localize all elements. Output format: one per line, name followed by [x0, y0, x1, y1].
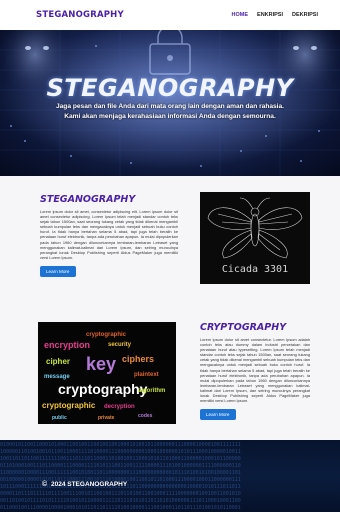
word-cloud-word: key — [86, 354, 116, 374]
binary-decoration: 1000001101001001011001100011110100001110… — [0, 449, 241, 455]
word-cloud-word: ciphers — [122, 354, 154, 364]
word-cloud: cryptographic encryption security cipher… — [42, 332, 165, 421]
footer: 0100010110011000101000110010011001001001… — [0, 440, 340, 512]
word-cloud-word: cryptographic — [42, 401, 96, 410]
hero-subtitle-line-2: Kami akan menjaga kerahasiaan informasi … — [64, 113, 276, 120]
binary-decoration: 0110001001110000100001000101011011011110… — [0, 505, 241, 511]
footer-copyright-text: 2024 STEGANOGRAPHY — [50, 481, 128, 488]
hero-subtitle: Jaga pesan dan file Anda dari mata orang… — [20, 102, 320, 122]
binary-decoration: 0100010110011000101000110010011001001001… — [0, 442, 241, 448]
word-cloud-word: decryption — [104, 404, 135, 410]
binary-decoration: 0110100010011101100001110000111101011100… — [0, 463, 241, 469]
cryptography-text: Lorem ipsum dolor sit amet consectetur. … — [200, 337, 310, 404]
cryptography-learn-more-button[interactable]: Learn More — [200, 409, 236, 421]
cicada-caption: Cicada 3301 — [222, 264, 288, 275]
steganography-learn-more-button[interactable]: Learn More — [40, 265, 76, 277]
cryptography-title: CRYPTOGRAPHY — [200, 322, 287, 333]
word-cloud-word: cipher — [46, 357, 70, 366]
binary-decoration: 1001101101100111111100111011101100011010… — [0, 456, 241, 462]
brand-logo[interactable]: STEGANOGRAPHY — [36, 10, 124, 20]
word-cloud-word: public — [52, 415, 67, 421]
hero-title: STEGANOGRAPHY — [46, 74, 294, 102]
binary-decoration: 1100000010000111001111110010100110110000… — [0, 470, 241, 476]
binary-decoration: 0000110111011111011110011100101100100111… — [0, 491, 241, 497]
word-cloud-word: security — [108, 342, 132, 348]
word-cloud-word: codes — [138, 413, 153, 419]
cryptography-word-cloud-image: cryptographic encryption security cipher… — [38, 322, 176, 424]
nav-link-enkripsi[interactable]: ENKRIPSI — [257, 12, 283, 18]
steganography-text: Lorem ipsum dolor sit amet, consectetur … — [40, 209, 178, 260]
navbar: STEGANOGRAPHY HOME ENKRIPSI DEKRIPSI — [0, 0, 340, 30]
hero-banner: STEGANOGRAPHY Jaga pesan dan file Anda d… — [0, 30, 340, 176]
hero-subtitle-line-1: Jaga pesan dan file Anda dari mata orang… — [55, 103, 285, 110]
steganography-title: STEGANOGRAPHY — [40, 194, 136, 205]
word-cloud-word: plaintext — [134, 372, 159, 378]
copyright-icon: © — [42, 481, 48, 488]
nav-link-home[interactable]: HOME — [232, 12, 249, 18]
word-cloud-word: private — [98, 415, 115, 421]
cicada-image: Cicada 3301 — [200, 192, 310, 284]
cryptography-section: CRYPTOGRAPHY Lorem ipsum dolor sit amet … — [200, 322, 310, 421]
binary-decoration: 0011010010111101011111010010110000111110… — [0, 498, 241, 504]
word-cloud-word: cryptographic — [86, 332, 127, 338]
nav-link-dekripsi[interactable]: DEKRIPSI — [292, 12, 318, 18]
main-content: STEGANOGRAPHY Lorem ipsum dolor sit amet… — [0, 176, 340, 440]
word-cloud-word: cryptography — [58, 381, 148, 397]
cicada-moth-icon: Cicada 3301 — [207, 197, 303, 275]
nav-links: HOME ENKRIPSI DEKRIPSI — [232, 12, 318, 18]
footer-copyright: © 2024 STEGANOGRAPHY — [42, 481, 127, 488]
word-cloud-word: encryption — [44, 340, 90, 350]
word-cloud-word: message — [44, 374, 70, 380]
steganography-section: STEGANOGRAPHY Lorem ipsum dolor sit amet… — [40, 194, 178, 278]
footer-binary-background: 0100010110011000101000110010011001001001… — [0, 442, 241, 511]
word-cloud-word: algorithm — [138, 388, 165, 394]
